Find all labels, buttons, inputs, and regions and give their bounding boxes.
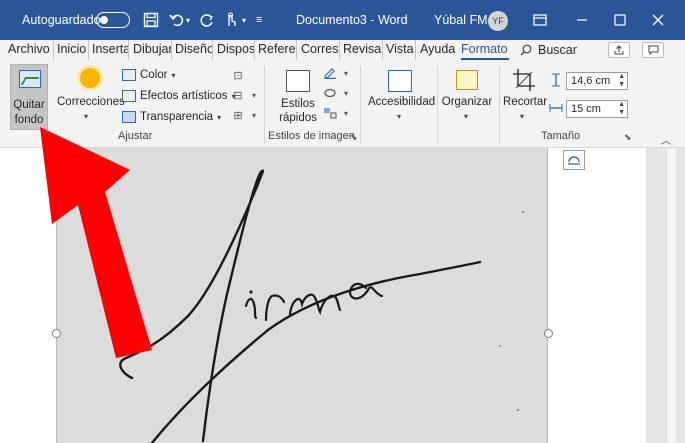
red-arrow-annotation xyxy=(40,127,152,358)
